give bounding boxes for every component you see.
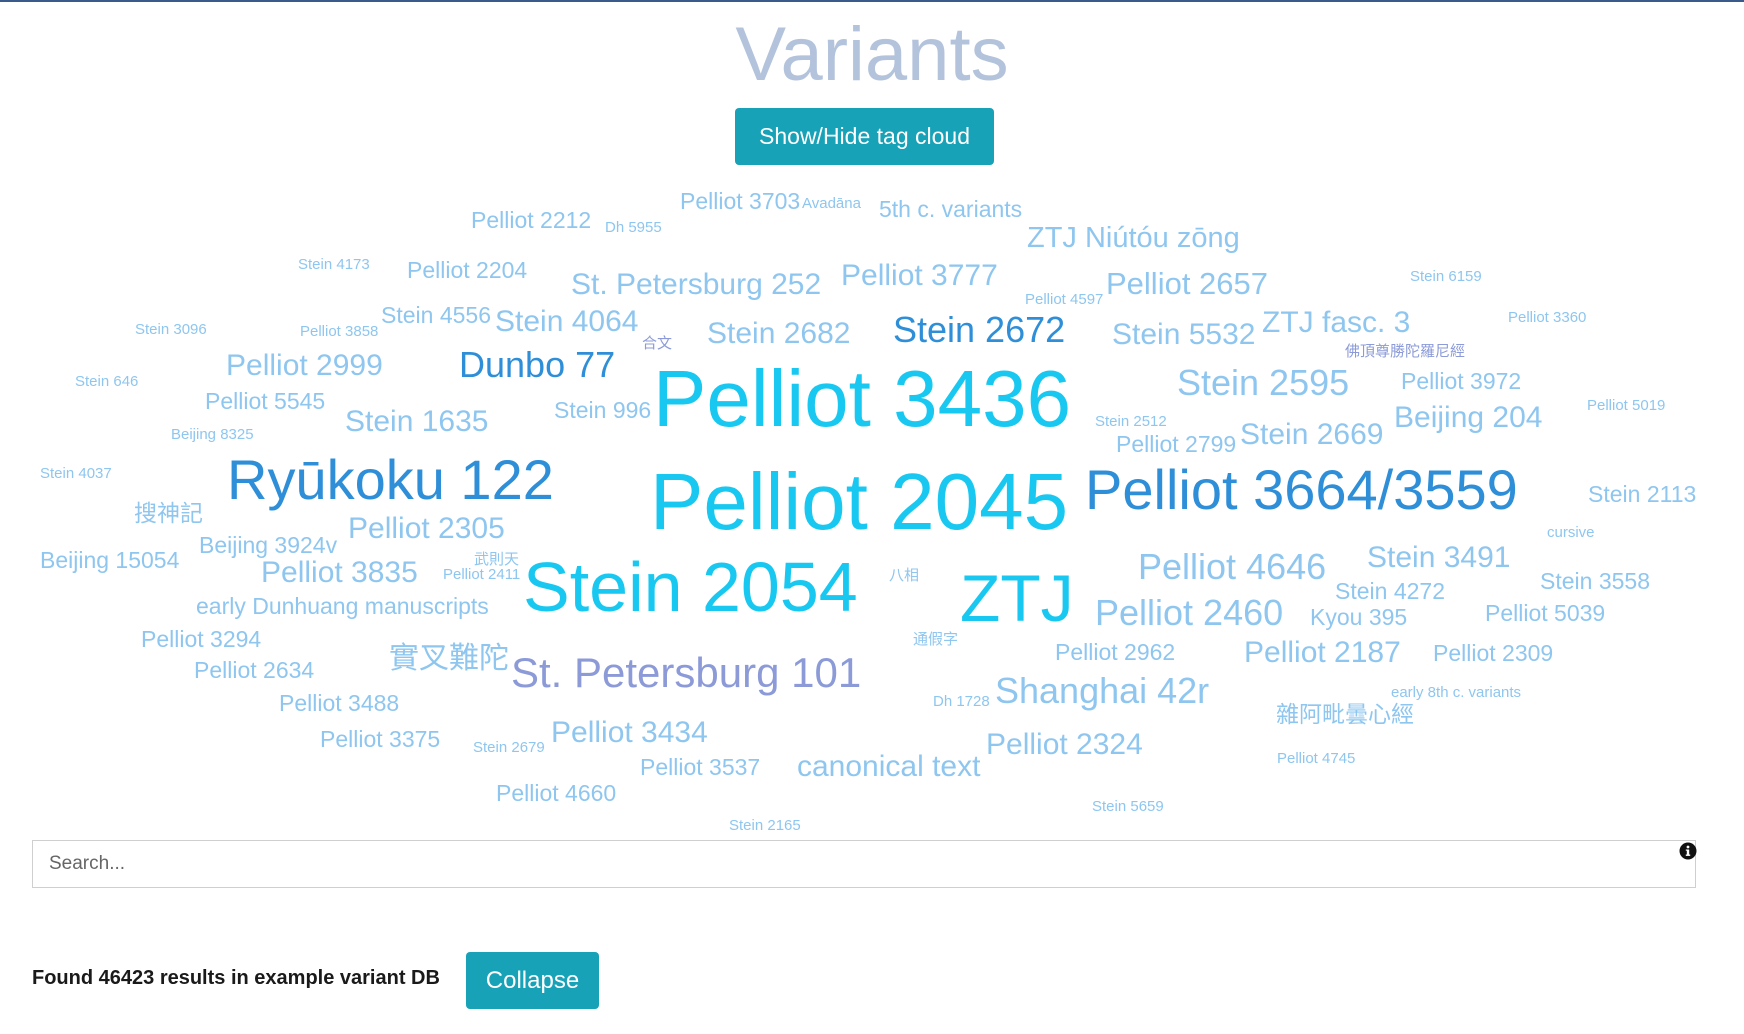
tag-cloud-item[interactable]: Pelliot 3434	[551, 718, 708, 748]
tag-cloud-item[interactable]: Stein 4173	[298, 257, 370, 272]
tag-cloud-item[interactable]: Stein 2113	[1588, 483, 1696, 506]
info-icon[interactable]	[1679, 842, 1697, 860]
tag-cloud-item[interactable]: Beijing 8325	[171, 427, 254, 442]
tag-cloud-item[interactable]: Stein 3491	[1367, 543, 1510, 573]
tag-cloud-item[interactable]: ZTJ Niútóu zōng	[1027, 224, 1240, 253]
tag-cloud-item[interactable]: Stein 4272	[1335, 580, 1445, 603]
tag-cloud-item[interactable]: 武則天	[474, 552, 519, 567]
tag-cloud-item[interactable]: Stein 2679	[473, 740, 545, 755]
tag-cloud-item[interactable]: Pelliot 2309	[1433, 642, 1553, 665]
tag-cloud-item[interactable]: Pelliot 2204	[407, 259, 527, 282]
tag-cloud-item[interactable]: Stein 2165	[729, 818, 801, 833]
tag-cloud-item[interactable]: 搜神記	[134, 502, 203, 525]
collapse-button[interactable]: Collapse	[466, 952, 599, 1009]
tag-cloud-item[interactable]: Stein 3558	[1540, 570, 1650, 593]
tag-cloud-item[interactable]: Stein 996	[554, 399, 651, 422]
tag-cloud-item[interactable]: Stein 6159	[1410, 269, 1482, 284]
tag-cloud-item[interactable]: Stein 646	[75, 374, 138, 389]
results-count-text: Found 46423 results in example variant D…	[32, 967, 440, 989]
search-box	[32, 840, 1696, 888]
tag-cloud-item[interactable]: Pelliot 2045	[650, 462, 1068, 542]
tag-cloud-item[interactable]: Stein 4037	[40, 466, 112, 481]
tag-cloud-item[interactable]: 雜阿毗曇心經	[1276, 703, 1414, 726]
tag-cloud: Pelliot 3703 Avadāna 5th c. variants Pellio…	[0, 2, 1744, 842]
tag-cloud-item[interactable]: Pelliot 2187	[1244, 638, 1401, 668]
tag-cloud-item[interactable]: early 8th c. variants	[1391, 685, 1521, 700]
tag-cloud-item[interactable]: Pelliot 2305	[348, 514, 505, 544]
tag-cloud-item[interactable]: Pelliot 3375	[320, 728, 440, 751]
tag-cloud-item[interactable]: cursive	[1547, 525, 1595, 540]
tag-cloud-item[interactable]: Pelliot 2212	[471, 209, 591, 232]
tag-cloud-item[interactable]: ZTJ fasc. 3	[1262, 308, 1410, 338]
tag-cloud-item[interactable]: Dunbo 77	[459, 347, 615, 383]
tag-cloud-item[interactable]: Pelliot 4745	[1277, 751, 1355, 766]
tag-cloud-item[interactable]: Pelliot 4597	[1025, 292, 1103, 307]
tag-cloud-item[interactable]: Ryūkoku 122	[227, 452, 554, 508]
tag-cloud-item[interactable]: Pelliot 5545	[205, 390, 325, 413]
tag-cloud-item[interactable]: Stein 2595	[1177, 365, 1349, 401]
tag-cloud-item[interactable]: Pelliot 3835	[261, 558, 418, 588]
tag-cloud-item[interactable]: Stein 2054	[523, 552, 858, 622]
tag-cloud-item[interactable]: Beijing 204	[1394, 403, 1542, 433]
tag-cloud-item[interactable]: Stein 4064	[495, 307, 638, 337]
tag-cloud-item[interactable]: Avadāna	[802, 196, 861, 211]
tag-cloud-item[interactable]: Dh 5955	[605, 220, 662, 235]
tag-cloud-item[interactable]: Pelliot 3972	[1401, 370, 1521, 393]
tag-cloud-item[interactable]: Pelliot 3777	[841, 261, 998, 291]
tag-cloud-item[interactable]: Pelliot 4646	[1138, 549, 1326, 585]
tag-cloud-item[interactable]: 實叉難陀	[389, 644, 509, 674]
tag-cloud-item[interactable]: Pelliot 2799	[1116, 433, 1236, 456]
tag-cloud-item[interactable]: Stein 3096	[135, 322, 207, 337]
tag-cloud-item[interactable]: Pelliot 3858	[300, 324, 378, 339]
tag-cloud-item[interactable]: Stein 2512	[1095, 414, 1167, 429]
tag-cloud-item[interactable]: 5th c. variants	[879, 198, 1022, 221]
tag-cloud-item[interactable]: St. Petersburg 252	[571, 270, 821, 300]
tag-cloud-item[interactable]: Pelliot 3664/3559	[1085, 462, 1518, 518]
tag-cloud-item[interactable]: Pelliot 3488	[279, 692, 399, 715]
tag-cloud-item[interactable]: Pelliot 5039	[1485, 602, 1605, 625]
tag-cloud-item[interactable]: Stein 2672	[893, 312, 1065, 348]
tag-cloud-item[interactable]: Pelliot 2634	[194, 659, 314, 682]
tag-cloud-item[interactable]: Shanghai 42r	[995, 673, 1209, 709]
tag-cloud-item[interactable]: Stein 5659	[1092, 799, 1164, 814]
tag-cloud-item[interactable]: Beijing 15054	[40, 549, 179, 572]
tag-cloud-item[interactable]: Pelliot 2999	[226, 351, 383, 381]
tag-cloud-item[interactable]: Pelliot 2962	[1055, 641, 1175, 664]
tag-cloud-item[interactable]: Pelliot 2324	[986, 730, 1143, 760]
tag-cloud-item[interactable]: Stein 2669	[1240, 420, 1383, 450]
tag-cloud-item[interactable]: canonical text	[797, 752, 980, 782]
tag-cloud-item[interactable]: ZTJ	[960, 565, 1074, 631]
tag-cloud-item[interactable]: Kyou 395	[1310, 606, 1407, 629]
tag-cloud-item[interactable]: Pelliot 3703	[680, 190, 800, 213]
tag-cloud-item[interactable]: St. Petersburg 101	[511, 652, 861, 694]
tag-cloud-item[interactable]: early Dunhuang manuscripts	[196, 595, 489, 618]
tag-cloud-item[interactable]: Stein 5532	[1112, 320, 1255, 350]
tag-cloud-item[interactable]: Pelliot 3294	[141, 628, 261, 651]
tag-cloud-item[interactable]: Beijing 3924v	[199, 534, 337, 557]
tag-cloud-item[interactable]: Pelliot 3360	[1508, 310, 1586, 325]
tag-cloud-item[interactable]: Stein 4556	[381, 304, 491, 327]
tag-cloud-item[interactable]: 佛頂尊勝陀羅尼經	[1345, 344, 1465, 359]
tag-cloud-item[interactable]: 八相	[889, 568, 919, 583]
tag-cloud-item[interactable]: Stein 2682	[707, 319, 850, 349]
tag-cloud-item[interactable]: Pelliot 4660	[496, 782, 616, 805]
tag-cloud-item[interactable]: Dh 1728	[933, 694, 990, 709]
tag-cloud-item[interactable]: Pelliot 2411	[443, 567, 520, 582]
tag-cloud-item[interactable]: Pelliot 2460	[1095, 595, 1283, 631]
tag-cloud-item[interactable]: Pelliot 3436	[653, 359, 1071, 439]
tag-cloud-item[interactable]: Pelliot 2657	[1106, 268, 1268, 299]
tag-cloud-item[interactable]: 通假字	[913, 632, 958, 647]
tag-cloud-item[interactable]: Stein 1635	[345, 407, 488, 437]
search-input[interactable]	[33, 841, 1695, 887]
tag-cloud-item[interactable]: Pelliot 3537	[640, 756, 760, 779]
tag-cloud-item[interactable]: 合文	[642, 336, 672, 351]
tag-cloud-item[interactable]: Pelliot 5019	[1587, 398, 1665, 413]
